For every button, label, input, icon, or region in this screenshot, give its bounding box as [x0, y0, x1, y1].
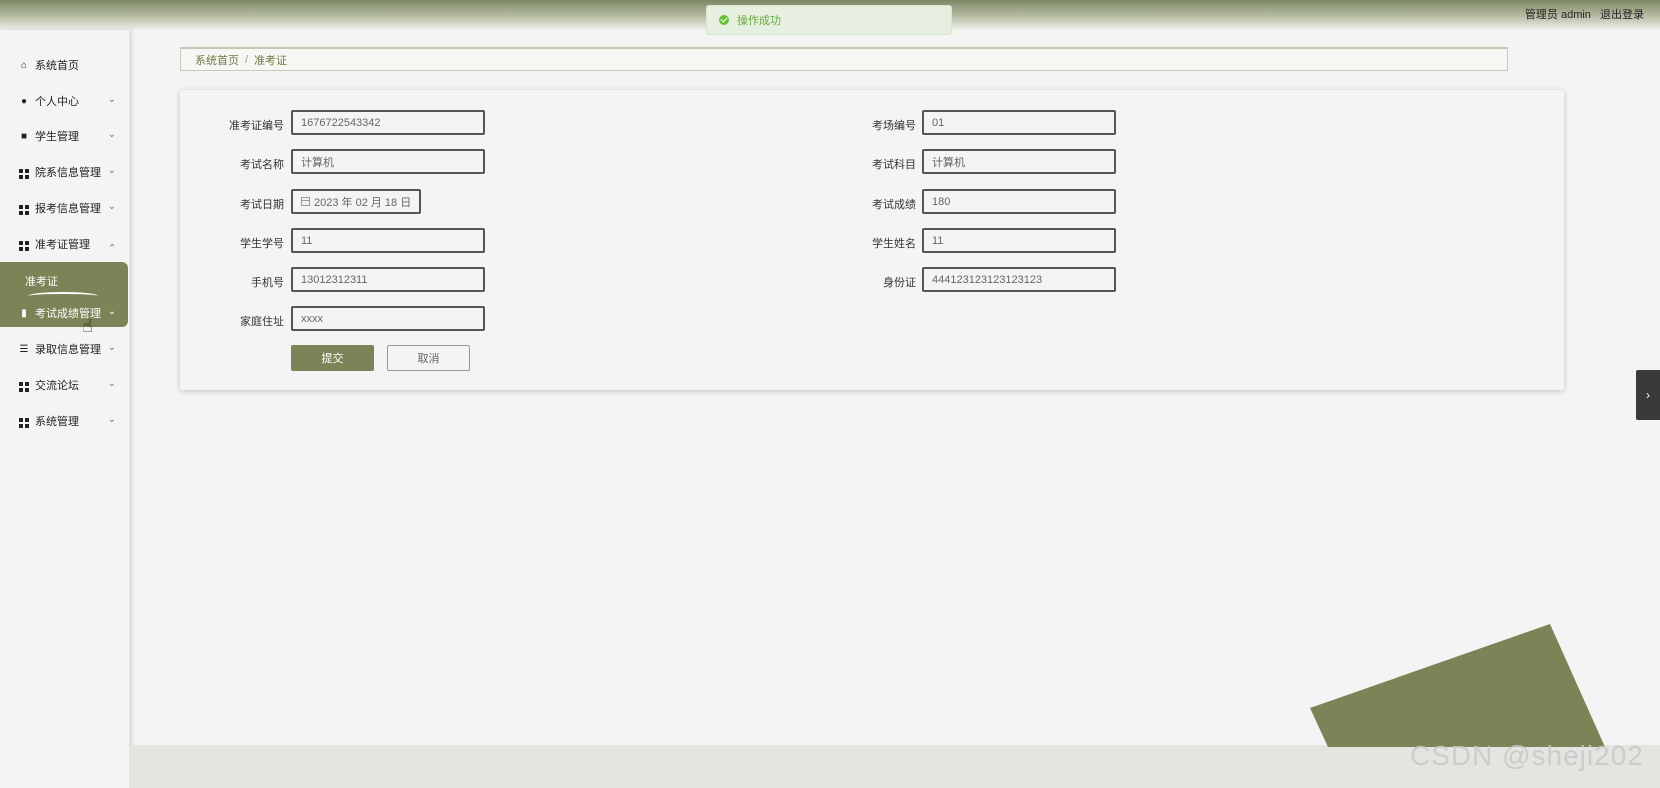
sidebar-item-admission-ticket-management[interactable]: 准考证管理 ⌄ — [0, 231, 130, 257]
sidebar: 准考证 ⌂ 系统首页 ● 个人中心 ⌄ ■ 学生管理 ⌄ 院系信息管理 ⌄ 报考… — [0, 30, 130, 788]
chevron-down-icon: ⌄ — [107, 201, 116, 212]
hand-pointer-cursor-icon: ☝ — [82, 316, 93, 336]
sidebar-item-registration-info[interactable]: 报考信息管理 ⌄ — [0, 195, 130, 221]
chevron-down-icon: ⌄ — [107, 165, 116, 176]
exam-date-picker[interactable]: 2023 年 02 月 18 日 — [291, 189, 421, 214]
breadcrumb-separator: / — [245, 53, 249, 66]
toast-message: 操作成功 — [737, 15, 781, 27]
sidebar-item-admission-info[interactable]: ☰ 录取信息管理 ⌄ — [0, 336, 130, 362]
grid-icon — [18, 237, 30, 251]
exam-subject-input[interactable]: 计算机 — [922, 149, 1116, 174]
exam-score-input[interactable]: 180 — [922, 189, 1116, 214]
id-card-input[interactable]: 444123123123123123 — [922, 267, 1116, 292]
grid-icon — [18, 378, 30, 392]
sidebar-item-student-management[interactable]: ■ 学生管理 ⌄ — [0, 123, 130, 149]
chevron-down-icon: ⌄ — [107, 378, 116, 389]
exam-name-input[interactable]: 计算机 — [291, 149, 485, 174]
calendar-icon — [301, 197, 310, 206]
success-check-icon — [719, 15, 729, 25]
phone-label: 手机号 — [251, 277, 284, 289]
student-no-label: 学生学号 — [240, 238, 284, 250]
sidebar-item-label: 学生管理 — [35, 131, 79, 143]
phone-input[interactable]: 13012312311 — [291, 267, 485, 292]
chevron-down-icon: ⌄ — [107, 129, 116, 140]
sidebar-item-label: 交流论坛 — [35, 380, 79, 392]
breadcrumb-current: 准考证 — [254, 54, 288, 67]
chevron-down-icon: ⌄ — [107, 94, 116, 105]
sidebar-item-personal-center[interactable]: ● 个人中心 ⌄ — [0, 88, 130, 114]
home-icon: ⌂ — [20, 59, 28, 71]
ticket-no-input[interactable]: 1676722543342 — [291, 110, 485, 135]
chevron-down-icon: ⌄ — [107, 414, 116, 425]
student-name-input[interactable]: 11 — [922, 228, 1116, 253]
exam-subject-label: 考试科目 — [872, 159, 916, 171]
exam-date-value: 2023 年 02 月 18 日 — [314, 196, 412, 209]
grid-icon — [18, 201, 30, 215]
cancel-button[interactable]: 取消 — [387, 345, 470, 371]
list-icon: ☰ — [19, 343, 29, 355]
sidebar-item-label: 系统首页 — [35, 60, 79, 72]
sidebar-item-department-info[interactable]: 院系信息管理 ⌄ — [0, 159, 130, 185]
chevron-up-icon: ⌄ — [107, 241, 116, 252]
chevron-right-icon: › — [1646, 388, 1650, 402]
success-toast: 操作成功 — [706, 5, 952, 35]
student-name-label: 学生姓名 — [872, 238, 916, 250]
decorative-shape — [1310, 624, 1605, 747]
chevron-down-icon: ⌄ — [107, 306, 116, 317]
room-no-label: 考场编号 — [872, 120, 916, 132]
ticket-no-label: 准考证编号 — [229, 120, 284, 132]
breadcrumb-home-link[interactable]: 系统首页 — [195, 52, 239, 68]
logout-link[interactable]: 退出登录 — [1600, 9, 1644, 21]
sidebar-item-forum[interactable]: 交流论坛 ⌄ — [0, 372, 130, 398]
sidebar-item-label: 录取信息管理 — [35, 344, 101, 356]
sidebar-item-exam-score-management[interactable]: ▮ 考试成绩管理 ⌄ — [0, 300, 130, 326]
exam-name-label: 考试名称 — [240, 159, 284, 171]
admin-label: 管理员 admin — [1524, 9, 1591, 21]
watermark: CSDN @sheji202 — [1410, 740, 1644, 771]
exam-score-label: 考试成绩 — [872, 199, 916, 211]
sidebar-item-label: 准考证管理 — [35, 239, 90, 251]
sidebar-item-system-management[interactable]: 系统管理 ⌄ — [0, 408, 130, 434]
book-icon: ▮ — [21, 307, 27, 319]
address-label: 家庭住址 — [240, 316, 284, 328]
grid-icon — [18, 414, 30, 428]
user-area: 管理员 admin 退出登录 — [1519, 6, 1644, 22]
briefcase-icon: ■ — [20, 130, 28, 142]
student-no-input[interactable]: 11 — [291, 228, 485, 253]
sidebar-item-label: 院系信息管理 — [35, 167, 101, 179]
room-no-input[interactable]: 01 — [922, 110, 1116, 135]
sidebar-item-label: 个人中心 — [35, 96, 79, 108]
user-icon: ● — [20, 95, 28, 107]
admission-ticket-form: 准考证编号 1676722543342 考试名称 计算机 考试日期 2023 年… — [180, 90, 1564, 390]
chevron-down-icon: ⌄ — [107, 342, 116, 353]
submenu-divider — [28, 292, 98, 300]
sidebar-subitem-admission-ticket[interactable]: 准考证 — [25, 273, 58, 289]
grid-icon — [18, 165, 30, 179]
sidebar-item-home[interactable]: ⌂ 系统首页 — [0, 52, 130, 78]
breadcrumb: 系统首页 / 准考证 — [180, 47, 1508, 71]
sidebar-item-label: 报考信息管理 — [35, 203, 101, 215]
expand-panel-button[interactable]: › — [1636, 370, 1660, 420]
id-card-label: 身份证 — [883, 277, 916, 289]
submit-button[interactable]: 提交 — [291, 345, 374, 371]
sidebar-item-label: 系统管理 — [35, 416, 79, 428]
exam-date-label: 考试日期 — [240, 199, 284, 211]
address-input[interactable]: xxxx — [291, 306, 485, 331]
